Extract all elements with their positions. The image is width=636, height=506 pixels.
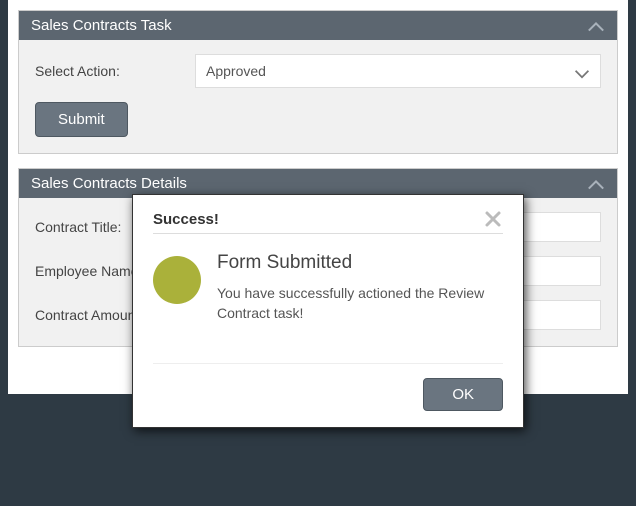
- chevron-up-icon: [587, 20, 605, 32]
- task-panel-title: Sales Contracts Task: [31, 17, 172, 34]
- submit-button[interactable]: Submit: [35, 102, 128, 137]
- details-panel-title: Sales Contracts Details: [31, 175, 187, 192]
- close-icon[interactable]: [483, 209, 503, 229]
- success-modal: Success! Form Submitted You have success…: [132, 194, 524, 428]
- ok-button[interactable]: OK: [423, 378, 503, 411]
- select-action-dropdown[interactable]: Approved: [195, 54, 601, 88]
- task-panel-header[interactable]: Sales Contracts Task: [19, 11, 617, 40]
- chevron-down-icon: [574, 66, 590, 76]
- success-icon: [153, 256, 201, 304]
- select-action-label: Select Action:: [35, 63, 195, 79]
- modal-message: You have successfully actioned the Revie…: [217, 284, 503, 323]
- modal-title: Success!: [153, 211, 219, 228]
- modal-heading: Form Submitted: [217, 252, 503, 274]
- sales-contracts-task-panel: Sales Contracts Task Select Action: Appr…: [18, 10, 618, 154]
- chevron-up-icon: [587, 178, 605, 190]
- select-action-value: Approved: [206, 63, 266, 79]
